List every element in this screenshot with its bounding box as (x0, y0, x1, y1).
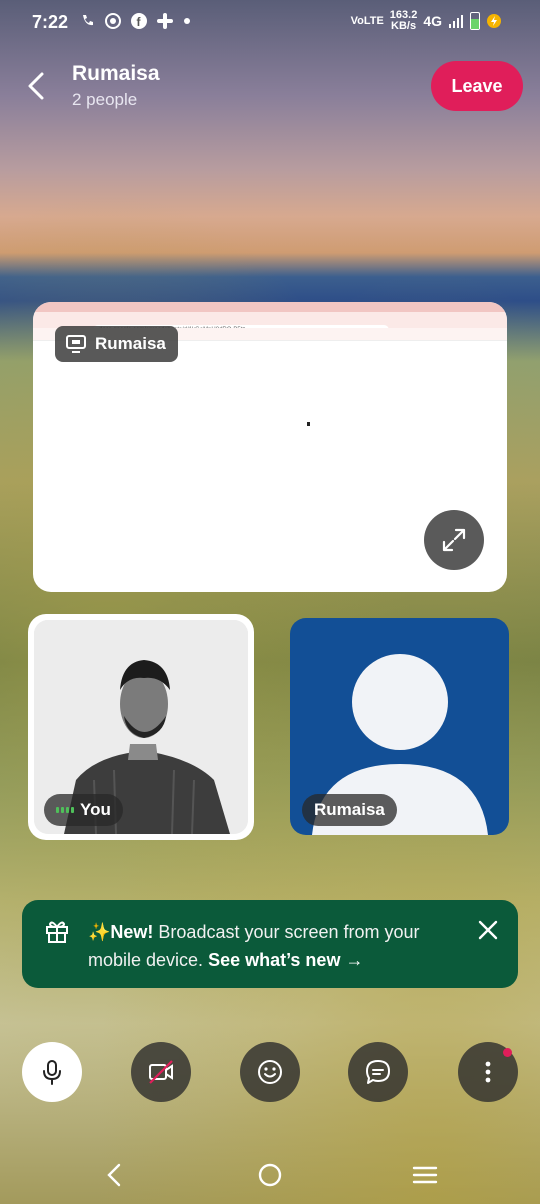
leave-button[interactable]: Leave (431, 61, 523, 111)
system-nav-bar (0, 1150, 540, 1204)
audio-level-icon (56, 807, 74, 813)
facebook-icon: f (131, 13, 147, 29)
nav-recents-icon[interactable] (412, 1164, 438, 1186)
banner-message: ✨New! Broadcast your screen from your mo… (88, 918, 458, 974)
participant-tile-rumaisa[interactable]: Rumaisa (290, 618, 509, 835)
huddle-title: Rumaisa (72, 62, 160, 85)
microphone-button[interactable] (22, 1042, 82, 1102)
more-options-button[interactable] (458, 1042, 518, 1102)
shared-cursor (307, 422, 310, 426)
signal-icon (449, 15, 463, 28)
camera-off-icon (149, 1060, 173, 1084)
microphone-icon (43, 1060, 61, 1085)
camera-toggle-button[interactable] (131, 1042, 191, 1102)
expand-icon (442, 528, 466, 552)
more-vertical-icon (485, 1061, 491, 1083)
chat-bubble-icon (366, 1060, 390, 1084)
presenter-name: Rumaisa (95, 334, 166, 353)
participant-name-you: You (44, 794, 123, 826)
see-whats-new-link[interactable]: See what’s new → (208, 950, 363, 970)
chat-button[interactable] (348, 1042, 408, 1102)
shared-browser-tabs (33, 302, 507, 312)
phone-wifi-icon (83, 15, 93, 26)
charging-icon (487, 14, 501, 28)
volte-label: VoLTE (350, 15, 384, 27)
status-bar: 7:22 f VoLTE 163.2 KB/s 4G (0, 0, 540, 44)
status-time: 7:22 (32, 12, 69, 32)
screen-share-icon (66, 335, 86, 353)
status-right: VoLTE 163.2 KB/s 4G (351, 10, 502, 32)
presenter-label: Rumaisa (55, 326, 178, 362)
nav-home-icon[interactable] (257, 1162, 283, 1188)
participant-name-rumaisa: Rumaisa (302, 794, 397, 826)
battery-icon (470, 12, 480, 30)
chevron-left-icon (28, 72, 44, 100)
fullscreen-button[interactable] (424, 510, 484, 570)
close-icon (478, 920, 498, 940)
banner-close-button[interactable] (474, 916, 502, 944)
whatsapp-icon (105, 13, 121, 29)
screen-share-view[interactable]: docs.google.com/spreadsheets/d/1kGeMnH8d… (33, 302, 507, 592)
nav-back-icon[interactable] (104, 1162, 124, 1188)
banner-new-label: ✨New! (88, 922, 154, 942)
network-speed: 163.2 KB/s (389, 9, 418, 32)
notification-icons: f (80, 12, 192, 30)
whats-new-banner[interactable]: ✨New! Broadcast your screen from your mo… (22, 900, 518, 988)
gift-icon (46, 921, 68, 943)
emoji-icon (258, 1060, 282, 1084)
reactions-button[interactable] (240, 1042, 300, 1102)
network-type: 4G (423, 13, 442, 29)
back-button[interactable] (22, 66, 54, 106)
people-count: 2 people (72, 90, 138, 109)
notification-dot (503, 1048, 512, 1057)
slack-icon (157, 13, 173, 29)
dot-icon (184, 18, 190, 24)
participant-tile-you[interactable]: You (28, 614, 254, 840)
